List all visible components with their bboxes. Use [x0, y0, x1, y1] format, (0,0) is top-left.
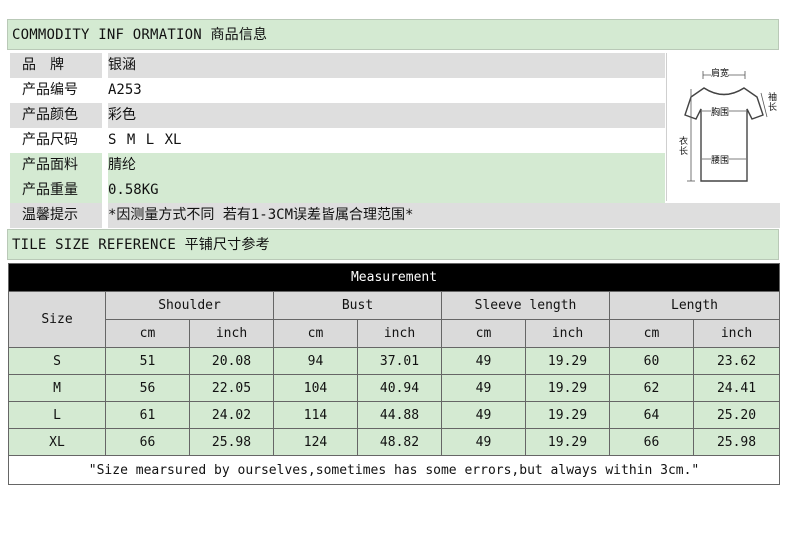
- table-cell: 22.05: [189, 374, 274, 402]
- table-cell: 25.98: [189, 428, 274, 456]
- unit-header: cm: [609, 319, 694, 348]
- table-cell: 66: [105, 428, 190, 456]
- table-cell: S: [8, 347, 106, 375]
- unit-header: inch: [357, 319, 442, 348]
- tile-size-header: TILE SIZE REFERENCE 平铺尺寸参考: [7, 229, 779, 260]
- table-cell: 104: [273, 374, 358, 402]
- info-row-color: 产品颜色 彩色: [10, 103, 665, 128]
- table-cell: 62: [609, 374, 694, 402]
- measurement-table: Measurement Size Shoulder Bust Sleeve le…: [7, 263, 781, 485]
- info-value: *因测量方式不同 若有1-3CM误差皆属合理范围*: [108, 203, 780, 228]
- table-row: M 56 22.05 104 40.94 49 19.29 62 24.41: [8, 374, 781, 402]
- info-label: 温馨提示: [10, 203, 102, 228]
- unit-header: inch: [525, 319, 610, 348]
- info-row-product-number: 产品编号 A253: [10, 78, 665, 103]
- table-cell: 66: [609, 428, 694, 456]
- table-cell: 23.62: [692, 347, 781, 375]
- table-cell: 94: [273, 347, 358, 375]
- waist-label: 腰围: [711, 153, 730, 166]
- table-cell: 48.82: [357, 428, 442, 456]
- garment-length-label: 衣长: [679, 137, 689, 157]
- info-label: 产品重量: [10, 178, 102, 203]
- table-cell: M: [8, 374, 106, 402]
- info-value: 0.58KG: [108, 178, 665, 203]
- bust-header: Bust: [273, 291, 442, 320]
- table-cell: 49: [441, 374, 526, 402]
- table-cell: 25.98: [692, 428, 781, 456]
- commodity-info-title: COMMODITY INF ORMATION 商品信息: [12, 27, 268, 43]
- table-cell: 25.20: [692, 401, 781, 429]
- info-value: 银涵: [108, 53, 665, 78]
- table-cell: 49: [441, 428, 526, 456]
- unit-header: cm: [105, 319, 190, 348]
- shoulder-width-label: 肩宽: [711, 66, 730, 79]
- info-row-fabric: 产品面料 腈纶: [10, 153, 665, 178]
- table-cell: L: [8, 401, 106, 429]
- unit-header: cm: [273, 319, 358, 348]
- sleeve-length-header: Sleeve length: [441, 291, 610, 320]
- table-cell: 24.02: [189, 401, 274, 429]
- table-row: L 61 24.02 114 44.88 49 19.29 64 25.20: [8, 401, 781, 429]
- table-cell: 24.41: [692, 374, 781, 402]
- table-cell: 40.94: [357, 374, 442, 402]
- info-row-size: 产品尺码 S M L XL: [10, 128, 665, 153]
- bust-label: 胸围: [711, 105, 730, 118]
- table-cell: 61: [105, 401, 190, 429]
- info-value: 彩色: [108, 103, 665, 128]
- unit-header: inch: [189, 319, 274, 348]
- table-cell: 19.29: [525, 347, 610, 375]
- info-value: A253: [108, 78, 665, 103]
- table-cell: 56: [105, 374, 190, 402]
- unit-header: cm: [441, 319, 526, 348]
- measurement-title: Measurement: [7, 263, 781, 292]
- info-row-brand: 品 牌 银涵: [10, 53, 665, 78]
- info-label: 品 牌: [10, 53, 102, 78]
- table-cell: 64: [609, 401, 694, 429]
- table-cell: 114: [273, 401, 358, 429]
- info-label: 产品颜色: [10, 103, 102, 128]
- info-value: S M L XL: [108, 128, 665, 153]
- size-header: Size: [8, 291, 106, 348]
- table-cell: 49: [441, 401, 526, 429]
- measurement-note: "Size mearsured by ourselves,sometimes h…: [7, 455, 781, 485]
- table-cell: 37.01: [357, 347, 442, 375]
- tile-size-title: TILE SIZE REFERENCE 平铺尺寸参考: [12, 237, 270, 253]
- length-header: Length: [608, 291, 781, 320]
- table-row: S 51 20.08 94 37.01 49 19.29 60 23.62: [8, 347, 781, 375]
- table-cell: 51: [105, 347, 190, 375]
- info-label: 产品尺码: [10, 128, 102, 153]
- shoulder-header: Shoulder: [105, 291, 274, 320]
- garment-diagram: 肩宽 胸围 腰围 袖长 衣长: [666, 53, 779, 201]
- commodity-info-header: COMMODITY INF ORMATION 商品信息: [7, 19, 779, 50]
- info-row-weight: 产品重量 0.58KG: [10, 178, 665, 203]
- info-value: 腈纶: [108, 153, 665, 178]
- sleeve-length-label: 袖长: [768, 93, 778, 113]
- info-row-notice: 温馨提示 *因测量方式不同 若有1-3CM误差皆属合理范围*: [10, 203, 780, 228]
- table-cell: 19.29: [525, 374, 610, 402]
- table-cell: 20.08: [189, 347, 274, 375]
- unit-header: inch: [692, 319, 781, 348]
- table-cell: 19.29: [525, 428, 610, 456]
- info-label: 产品编号: [10, 78, 102, 103]
- info-label: 产品面料: [10, 153, 102, 178]
- table-cell: XL: [8, 428, 106, 456]
- table-row: XL 66 25.98 124 48.82 49 19.29 66 25.98: [8, 428, 781, 456]
- table-cell: 44.88: [357, 401, 442, 429]
- table-cell: 60: [609, 347, 694, 375]
- table-cell: 49: [441, 347, 526, 375]
- table-cell: 124: [273, 428, 358, 456]
- table-cell: 19.29: [525, 401, 610, 429]
